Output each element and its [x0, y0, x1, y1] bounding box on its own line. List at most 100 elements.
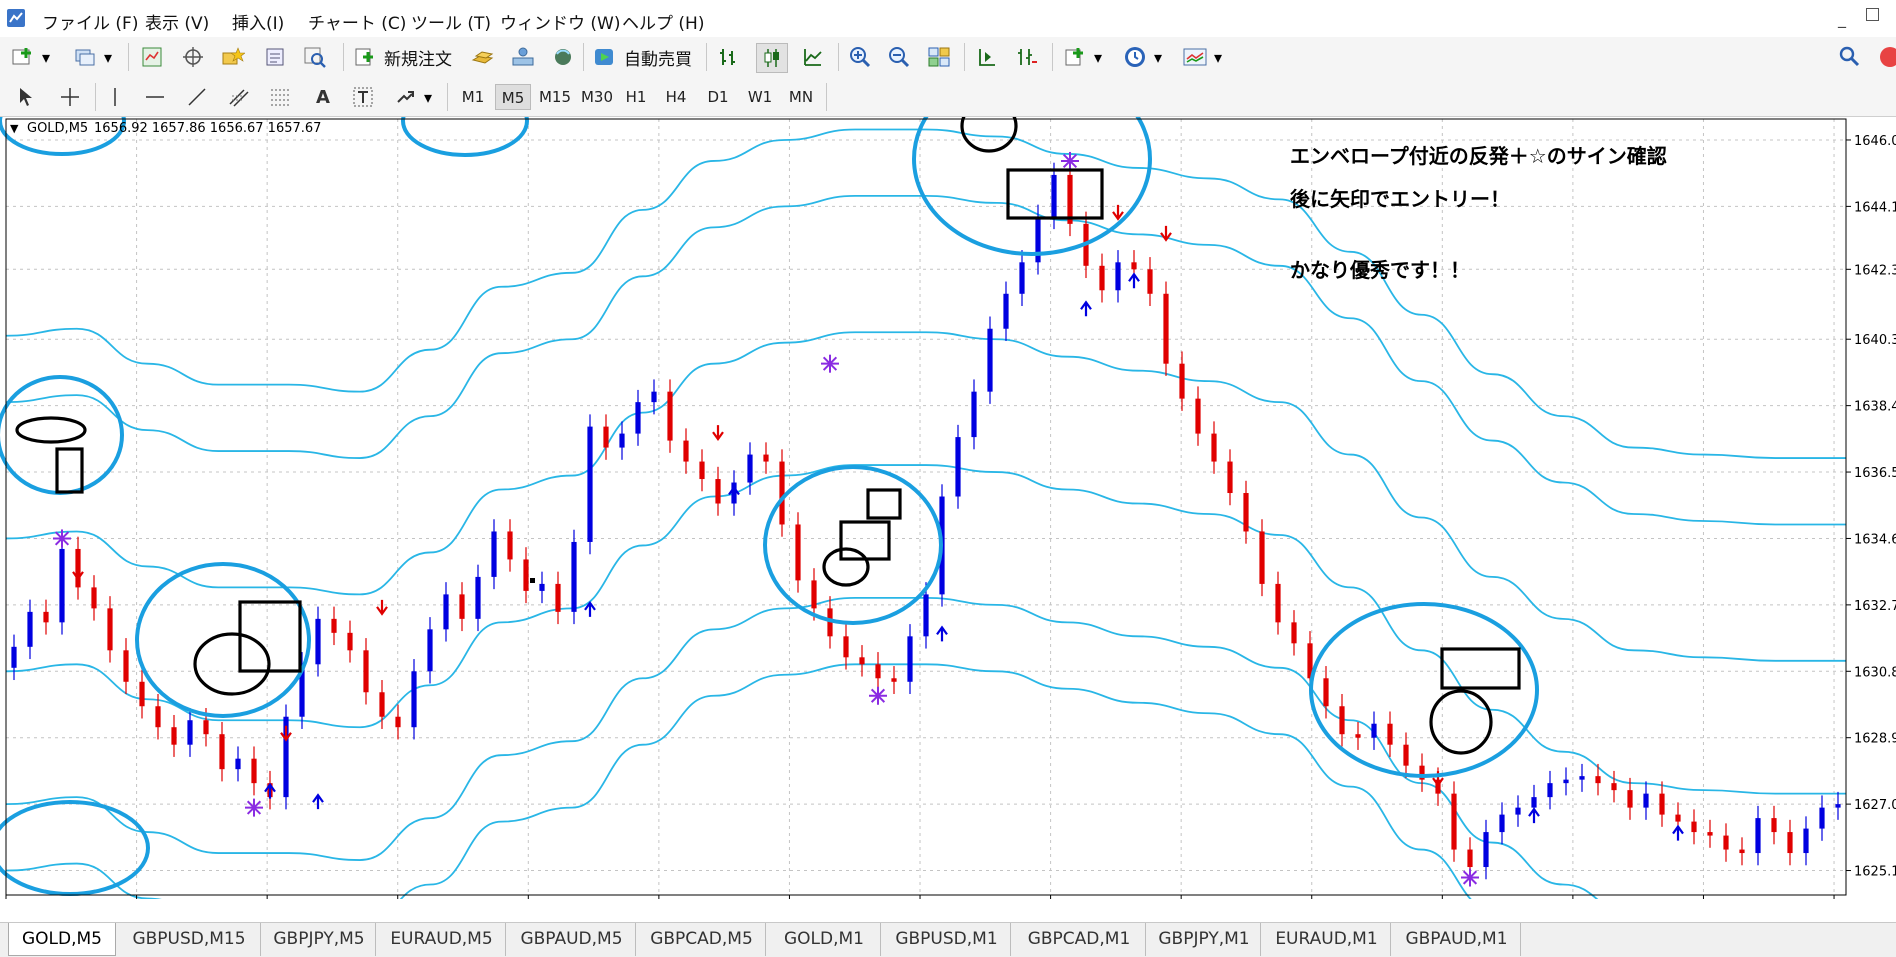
timeframe-h4[interactable]: H4 — [660, 84, 692, 110]
chevron-down-icon[interactable]: ▾ — [1090, 43, 1106, 71]
indicators-button[interactable] — [1060, 43, 1090, 71]
candle-body — [331, 618, 337, 633]
trendline-button[interactable] — [182, 83, 212, 111]
arrows-button[interactable] — [390, 83, 420, 111]
vertical-line-button[interactable] — [100, 83, 130, 111]
candle-body — [1163, 293, 1169, 364]
chart-tab[interactable]: GOLD,M1 — [768, 923, 881, 956]
menu-chart[interactable]: チャート (C) — [308, 9, 406, 34]
navigator-button[interactable] — [218, 43, 248, 71]
candle-body — [1531, 797, 1537, 808]
menu-view[interactable]: 表示 (V) — [145, 9, 209, 34]
candle-body — [155, 706, 161, 728]
chevron-down-icon[interactable]: ▾ — [38, 43, 54, 71]
terminal-button[interactable] — [260, 43, 290, 71]
templates-button[interactable] — [1180, 43, 1210, 71]
fibonacci-button[interactable] — [266, 83, 296, 111]
candle-body — [251, 758, 257, 784]
bar-chart-button[interactable] — [714, 43, 744, 71]
chart-tab[interactable]: GBPCAD,M1 — [1013, 923, 1146, 956]
auto-scroll-button[interactable] — [1012, 43, 1042, 71]
crosshair-button[interactable] — [55, 83, 85, 111]
signals-button[interactable] — [508, 43, 538, 71]
menu-help[interactable]: ヘルプ (H) — [622, 9, 704, 34]
collapse-arrow-icon[interactable]: ▼ — [10, 122, 19, 135]
candle-body — [539, 583, 545, 591]
notification-button[interactable] — [1872, 43, 1896, 71]
candle-body — [1787, 832, 1793, 854]
sell-arrow-icon — [376, 599, 388, 616]
zoom-out-icon — [889, 47, 910, 68]
chart-tab[interactable]: EURAUD,M1 — [1263, 923, 1391, 956]
candle-body — [427, 629, 433, 672]
candlestick-button[interactable] — [756, 43, 788, 73]
timeframe-m5[interactable]: M5 — [495, 84, 531, 110]
y-tick-label: 1628.9 — [1854, 732, 1896, 747]
new-chart-button[interactable] — [8, 43, 38, 71]
menu-file[interactable]: ファイル (F) — [42, 9, 138, 34]
channel-button[interactable] — [224, 83, 254, 111]
data-window-button[interactable] — [178, 43, 208, 71]
timeframe-d1[interactable]: D1 — [702, 84, 734, 110]
chart-tab[interactable]: GBPAUD,M1 — [1393, 923, 1521, 956]
entry-box — [1440, 647, 1521, 690]
gold-bars-icon[interactable] — [468, 43, 498, 71]
menu-insert[interactable]: 挿入(I) — [232, 9, 284, 34]
menu-tools[interactable]: ツール (T) — [411, 9, 491, 34]
menu-window[interactable]: ウィンドウ (W) — [500, 9, 620, 34]
horizontal-line-button[interactable] — [140, 83, 170, 111]
zoom-out-button[interactable] — [884, 43, 914, 71]
buy-arrow-icon — [1672, 824, 1684, 841]
timeframe-h1[interactable]: H1 — [621, 84, 651, 110]
strategy-tester-button[interactable] — [300, 43, 330, 71]
market-signal-button[interactable] — [548, 43, 578, 71]
chevron-down-icon[interactable]: ▾ — [1150, 43, 1166, 71]
candle-body — [1611, 783, 1617, 791]
minimize-button[interactable]: _ — [1838, 9, 1846, 28]
line-chart-button[interactable] — [798, 43, 828, 71]
chart-tab[interactable]: GBPUSD,M15 — [118, 923, 261, 956]
periods-button[interactable] — [1120, 43, 1150, 71]
chart-tab[interactable]: GBPJPY,M5 — [263, 923, 376, 956]
timeframe-m1[interactable]: M1 — [456, 84, 490, 110]
line-chart-icon — [804, 49, 822, 66]
text-icon[interactable]: A — [308, 83, 338, 111]
tile-windows-button[interactable] — [924, 43, 954, 71]
candle-body — [171, 727, 177, 745]
profiles-button[interactable] — [70, 43, 100, 71]
chart-tab[interactable]: GBPJPY,M1 — [1148, 923, 1261, 956]
candle-body — [1291, 622, 1297, 644]
search-button[interactable] — [1835, 43, 1865, 71]
chart-tab[interactable]: GBPCAD,M5 — [638, 923, 766, 956]
timeframe-mn[interactable]: MN — [783, 84, 819, 110]
chevron-down-icon[interactable]: ▾ — [100, 43, 116, 71]
zoom-in-button[interactable] — [845, 43, 875, 71]
candle-body — [1723, 835, 1729, 850]
price-chart[interactable]: 1646.0 1644.1 1642.3 1640.3 1638.4 1636.5 1634… — [0, 117, 1896, 899]
auto-trading-button[interactable]: 自動売買 — [624, 45, 692, 70]
cursor-button[interactable] — [10, 83, 40, 111]
channel-icon — [229, 89, 249, 107]
chart-shift-button[interactable] — [972, 43, 1002, 71]
chart-grid — [5, 119, 1846, 895]
timeframe-m30[interactable]: M30 — [578, 84, 616, 110]
market-watch-button[interactable] — [137, 43, 167, 71]
candle-body — [1819, 807, 1825, 829]
chart-tab[interactable]: GBPAUD,M5 — [508, 923, 636, 956]
chart-tab[interactable]: GBPUSD,M1 — [883, 923, 1011, 956]
text-label-button[interactable] — [348, 83, 378, 111]
candle-body — [1003, 293, 1009, 329]
timeframe-m15[interactable]: M15 — [536, 84, 574, 110]
candle-body — [139, 681, 145, 707]
restore-button[interactable] — [1866, 8, 1879, 21]
chevron-down-icon[interactable]: ▾ — [420, 83, 436, 111]
candle-body — [1211, 433, 1217, 462]
chevron-down-icon[interactable]: ▾ — [1210, 43, 1226, 71]
chart-tab[interactable]: GOLD,M5 — [8, 923, 116, 956]
new-order-button[interactable]: 新規注文 — [384, 45, 452, 70]
candle-body — [795, 524, 801, 581]
chart-window[interactable]: 1646.0 1644.1 1642.3 1640.3 1638.4 1636.5 1634… — [0, 117, 1896, 899]
timeframe-w1[interactable]: W1 — [743, 84, 777, 110]
profiles-icon — [75, 49, 95, 66]
chart-tab[interactable]: EURAUD,M5 — [378, 923, 506, 956]
